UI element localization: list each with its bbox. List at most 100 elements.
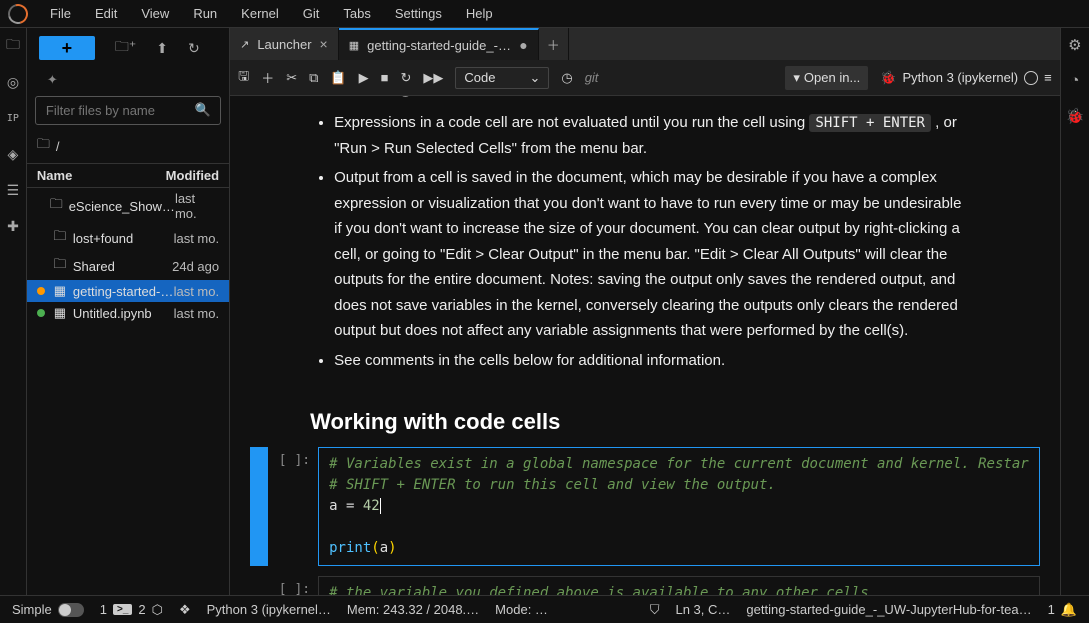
tab-bar: ↗Launcher×▦getting-started-guide_-_U…●＋ (230, 28, 1060, 60)
settings-icon[interactable]: ⚙ (1068, 36, 1081, 54)
nb-icon: ▦ (53, 305, 67, 321)
status-git[interactable]: ❖ (179, 602, 191, 618)
jupyter-logo-icon (4, 0, 31, 27)
menu-tabs[interactable]: Tabs (333, 2, 380, 25)
status-notifications[interactable]: 1 🔔 (1048, 602, 1077, 618)
folder-icon: 🗀 (37, 135, 50, 157)
status-file: getting-started-guide_-_UW-JupyterHub-fo… (746, 602, 1031, 617)
gauge-icon[interactable]: ◔ (1070, 72, 1079, 89)
restart-icon[interactable]: ↻ (400, 70, 411, 86)
target-icon[interactable]: ◎ (3, 72, 23, 92)
new-folder-icon[interactable]: 🗀⁺ (115, 36, 136, 60)
status-trust-icon[interactable]: ⛉ (650, 602, 660, 618)
tab[interactable]: ↗Launcher× (230, 28, 339, 60)
file-row[interactable]: 🗀eScience_Show…last mo. (27, 188, 229, 224)
menu-view[interactable]: View (131, 2, 179, 25)
status-terminals[interactable]: 1>_2⬡ (100, 602, 163, 618)
left-rail: 🗀 ◎ IP ◈ ☰ ✚ (0, 28, 27, 595)
folder-icon: 🗀 (53, 255, 67, 277)
tab[interactable]: ▦getting-started-guide_-_U…● (339, 28, 539, 60)
close-icon[interactable]: ● (519, 37, 527, 53)
md-li: See comments in the cells below for addi… (334, 348, 970, 374)
status-ln[interactable]: Ln 3, C… (675, 602, 730, 617)
work-area: ↗Launcher×▦getting-started-guide_-_U…●＋ … (230, 28, 1060, 595)
search-icon: 🔍 (195, 102, 211, 118)
right-rail: ⚙ ◔ 🐞 (1060, 28, 1089, 595)
menu-kernel[interactable]: Kernel (231, 2, 289, 25)
run-icon[interactable]: ▶ (359, 70, 369, 86)
simple-toggle[interactable]: Simple (12, 602, 84, 617)
kernel-selector[interactable]: 🐞 Python 3 (ipykernel) ≡ (880, 70, 1051, 86)
debugger-icon[interactable]: 🐞 (1066, 107, 1085, 125)
notebook-toolbar: 🖫 ＋ ✂ ⧉ 📋 ▶ ■ ↻ ▶▶ Code⌄ ◷ git ▾Open in.… (230, 60, 1060, 96)
upload-icon[interactable]: ⬆ (156, 40, 168, 57)
cut-icon[interactable]: ✂ (286, 70, 297, 86)
heading-cut: Working in cells (310, 96, 970, 98)
paste-icon[interactable]: 📋 (330, 70, 346, 86)
file-row[interactable]: 🗀Shared24d ago (27, 252, 229, 280)
notebook-content[interactable]: Working in cells Expressions in a code c… (230, 96, 1060, 595)
markdown-cell: Working in cells Expressions in a code c… (250, 96, 970, 435)
status-mode: Mode: … (495, 602, 548, 617)
fb-toolbar: + 🗀⁺ ⬆ ↻ (27, 28, 229, 68)
close-icon[interactable]: × (320, 36, 328, 52)
md-li: Expressions in a code cell are not evalu… (334, 110, 970, 161)
tab-icon: ▦ (349, 39, 359, 52)
ip-icon[interactable]: IP (3, 108, 23, 128)
cell-prompt: [ ]: (268, 447, 318, 566)
heading: Working with code cells (310, 409, 970, 435)
fb-header: Name Modified (27, 163, 229, 188)
new-launcher-button[interactable]: + (39, 36, 95, 60)
menu-settings[interactable]: Settings (385, 2, 452, 25)
file-row[interactable]: ▦Untitled.ipynblast mo. (27, 302, 229, 324)
git-pull-icon[interactable]: ✦ (27, 68, 229, 92)
cell-gutter (250, 447, 268, 566)
menu-file[interactable]: File (40, 2, 81, 25)
refresh-icon[interactable]: ↻ (188, 40, 200, 57)
open-in-button[interactable]: ▾Open in... (785, 66, 868, 90)
col-modified[interactable]: Modified (166, 168, 219, 183)
file-row[interactable]: 🗀lost+foundlast mo. (27, 224, 229, 252)
breadcrumb[interactable]: 🗀 / (27, 129, 229, 163)
menubar: File Edit View Run Kernel Git Tabs Setti… (0, 0, 1089, 28)
tab-icon: ↗ (240, 38, 249, 51)
save-icon[interactable]: 🖫 (238, 67, 249, 89)
cell-gutter (250, 576, 268, 595)
list-icon[interactable]: ☰ (3, 180, 23, 200)
filter-input[interactable] (35, 96, 221, 125)
status-memory: Mem: 243.32 / 2048.… (347, 602, 479, 617)
cell-prompt: [ ]: (268, 576, 318, 595)
clock-icon[interactable]: ◷ (561, 70, 572, 86)
menu-run[interactable]: Run (183, 2, 227, 25)
menu-git[interactable]: Git (293, 2, 330, 25)
col-name[interactable]: Name (37, 168, 72, 183)
status-bar: Simple 1>_2⬡ ❖ Python 3 (ipykernel… Mem:… (0, 595, 1089, 623)
folder-icon[interactable]: 🗀 (3, 36, 23, 56)
chevron-down-icon: ⌄ (529, 70, 540, 86)
extension-icon[interactable]: ✚ (3, 216, 23, 236)
git-text-icon[interactable]: git (585, 70, 599, 85)
folder-icon: 🗀 (50, 195, 63, 217)
code-editor[interactable]: # Variables exist in a global namespace … (318, 447, 1040, 566)
code-cell[interactable]: [ ]: # Variables exist in a global names… (250, 447, 1040, 566)
menu-help[interactable]: Help (456, 2, 503, 25)
celltype-select[interactable]: Code⌄ (455, 67, 549, 89)
file-list: 🗀eScience_Show…last mo.🗀lost+foundlast m… (27, 188, 229, 595)
run-all-icon[interactable]: ▶▶ (423, 70, 443, 86)
md-li: Output from a cell is saved in the docum… (334, 165, 970, 344)
file-filter: 🔍 (35, 96, 221, 125)
code-editor[interactable]: # the variable you defined above is avai… (318, 576, 1040, 595)
kernel-menu-icon: ≡ (1044, 70, 1052, 85)
code-cell[interactable]: [ ]: # the variable you defined above is… (250, 576, 1040, 595)
stop-icon[interactable]: ■ (381, 70, 389, 85)
copy-icon[interactable]: ⧉ (309, 70, 318, 86)
git-icon[interactable]: ◈ (3, 144, 23, 164)
menu-edit[interactable]: Edit (85, 2, 127, 25)
folder-icon: 🗀 (53, 227, 67, 249)
nb-icon: ▦ (53, 283, 67, 299)
add-tab-button[interactable]: ＋ (539, 28, 569, 60)
status-kernel[interactable]: Python 3 (ipykernel… (207, 602, 331, 617)
add-cell-icon[interactable]: ＋ (261, 68, 274, 87)
bug-icon: 🐞 (880, 70, 896, 86)
file-row[interactable]: ▦getting-started-…last mo. (27, 280, 229, 302)
